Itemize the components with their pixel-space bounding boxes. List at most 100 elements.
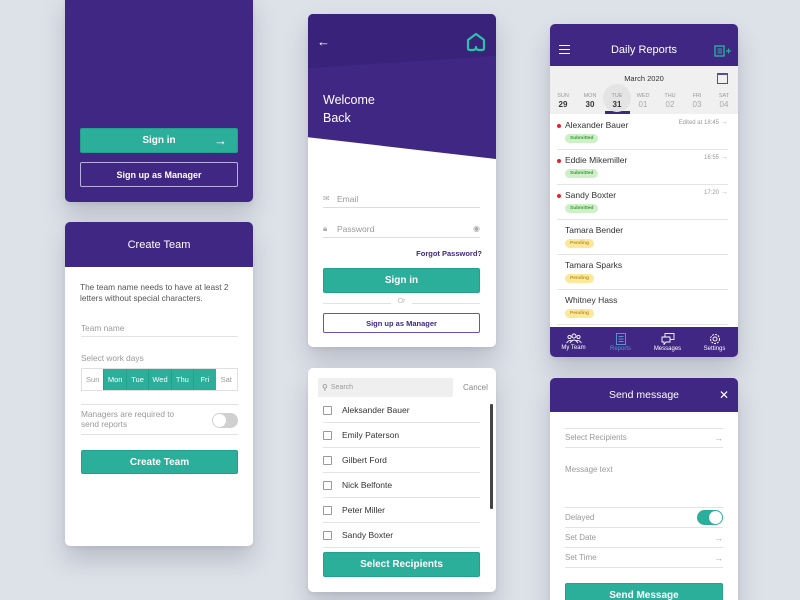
day-tue[interactable]: Tue (125, 369, 149, 390)
day-fri[interactable]: FRI 03 (685, 93, 709, 109)
checkbox[interactable] (323, 430, 332, 440)
day-name: SAT (718, 93, 730, 99)
report-row[interactable]: Tamara Bender Pending (557, 220, 728, 255)
day-thu[interactable]: THU 02 (658, 93, 682, 109)
sign-in-button[interactable]: Sign in → (80, 128, 238, 153)
report-row[interactable]: Whitney Hass Pending (557, 290, 728, 325)
calendar-icon[interactable] (717, 73, 728, 84)
day-wed[interactable]: Wed (148, 369, 171, 390)
day-mon[interactable]: MON 30 (578, 93, 602, 109)
select-recipients-row[interactable]: Select Recipients → (565, 428, 723, 448)
sign-up-manager-button[interactable]: Sign up as Manager (80, 162, 238, 187)
status-badge: Pending (565, 239, 594, 248)
send-message-button[interactable]: Send Message (565, 583, 723, 600)
arrow-right-icon: → (214, 133, 227, 148)
report-row[interactable]: Eddie Mikemiller Submitted 16:55 → (557, 150, 728, 185)
report-row[interactable]: Sandy Boxter Submitted 17:20 → (557, 185, 728, 220)
login-screen: ← Welcome Back ✉ Email 🔒︎ Password ◉ For… (308, 14, 496, 347)
day-name: FRI (692, 93, 702, 99)
welcome-screen: Sign in → Sign up as Manager (65, 0, 253, 202)
nav-reports[interactable]: Reports (597, 327, 644, 357)
arrow-right-icon: → (721, 154, 728, 161)
day-sat[interactable]: Sat (216, 369, 237, 390)
managers-required-label: Managers are required to send reports (81, 409, 175, 429)
create-team-header: Create Team (65, 222, 253, 267)
create-team-screen: Create Team The team name needs to have … (65, 222, 253, 546)
day-wed[interactable]: WED 01 (631, 93, 655, 109)
back-arrow-icon[interactable]: ← (317, 34, 330, 49)
report-row[interactable]: Alexander Bauer Submitted Edited at 18:4… (557, 115, 728, 150)
set-time-label: Set Time (565, 553, 597, 562)
eye-icon[interactable]: ◉ (473, 224, 480, 233)
day-name: THU (664, 93, 676, 99)
unread-dot (557, 194, 561, 198)
forgot-password-link[interactable]: Forgot Password? (416, 249, 482, 258)
report-row[interactable]: Tamara Sparks Pending (557, 255, 728, 290)
day-thu[interactable]: Thu (170, 369, 194, 390)
nav-my-team[interactable]: My Team (550, 327, 597, 357)
day-number: 04 (719, 100, 729, 109)
checkbox[interactable] (323, 405, 332, 415)
recipient-item[interactable]: Aleksander Bauer (323, 398, 480, 423)
day-tue[interactable]: TUE 31 (603, 84, 631, 112)
checkbox[interactable] (323, 480, 332, 490)
day-sun[interactable]: SUN 29 (551, 93, 575, 109)
recipient-name: Gilbert Ford (342, 455, 387, 465)
set-time-row[interactable]: Set Time → (565, 548, 723, 568)
page-title: Create Team (127, 238, 191, 251)
day-name: TUE (611, 93, 623, 99)
bottom-nav: My Team Reports Messages Settings (550, 327, 738, 357)
sign-in-button[interactable]: Sign in (323, 268, 480, 293)
nav-label: Settings (703, 345, 726, 352)
report-name: Tamara Sparks (565, 260, 623, 270)
managers-required-toggle[interactable] (212, 413, 238, 428)
page-title: Daily Reports (610, 44, 678, 56)
recipient-item[interactable]: Gilbert Ford (323, 448, 480, 473)
checkbox[interactable] (323, 455, 332, 465)
add-report-icon[interactable] (714, 44, 732, 62)
message-text-input[interactable]: Message text (565, 465, 613, 474)
create-team-button[interactable]: Create Team (81, 450, 238, 474)
cancel-button[interactable]: Cancel (463, 383, 488, 392)
arrow-right-icon: → (714, 532, 723, 543)
recipient-item[interactable]: Nick Belfonte (323, 473, 480, 498)
recipient-item[interactable]: Sandy Boxter (323, 523, 480, 548)
checkbox[interactable] (323, 505, 332, 515)
sign-in-label: Sign in (142, 135, 176, 146)
day-number: 02 (665, 100, 675, 109)
unread-dot (557, 159, 561, 163)
email-field[interactable]: ✉ Email (323, 190, 480, 208)
report-name: Sandy Boxter (565, 190, 617, 200)
report-name: Tamara Bender (565, 225, 624, 235)
close-icon[interactable]: ✕ (719, 388, 729, 402)
set-date-label: Set Date (565, 533, 597, 542)
day-number: 01 (638, 100, 648, 109)
select-recipients-button[interactable]: Select Recipients (323, 552, 480, 577)
team-name-hint: The team name needs to have at least 2 l… (80, 282, 229, 303)
scrollbar[interactable] (490, 404, 493, 509)
status-badge: Submitted (565, 204, 599, 213)
recipient-item[interactable]: Emily Paterson (323, 423, 480, 448)
arrow-right-icon: → (714, 552, 723, 563)
set-date-row[interactable]: Set Date → (565, 528, 723, 548)
sign-up-manager-button[interactable]: Sign up as Manager (323, 313, 480, 333)
search-input[interactable]: ⚲ Search (318, 378, 453, 397)
divider (81, 336, 238, 337)
day-fri[interactable]: Fri (193, 369, 216, 390)
nav-settings[interactable]: Settings (691, 327, 738, 357)
recipient-name: Peter Miller (342, 505, 385, 515)
delayed-toggle[interactable] (697, 510, 723, 525)
report-time: 16:55 (703, 155, 719, 161)
recipient-item[interactable]: Peter Miller (323, 498, 480, 523)
day-name: SUN (557, 93, 569, 99)
password-placeholder: Password (337, 223, 375, 234)
day-sun[interactable]: Sun (82, 369, 103, 390)
team-name-input[interactable]: Team name (81, 323, 124, 333)
nav-messages[interactable]: Messages (644, 327, 691, 357)
send-message-screen: Send message ✕ Select Recipients → Messa… (550, 378, 738, 600)
day-mon[interactable]: Mon (103, 369, 126, 390)
checkbox[interactable] (323, 530, 332, 540)
password-field[interactable]: 🔒︎ Password ◉ (323, 220, 480, 238)
arrow-right-icon: → (721, 189, 728, 196)
day-sat[interactable]: SAT 04 (712, 93, 736, 109)
